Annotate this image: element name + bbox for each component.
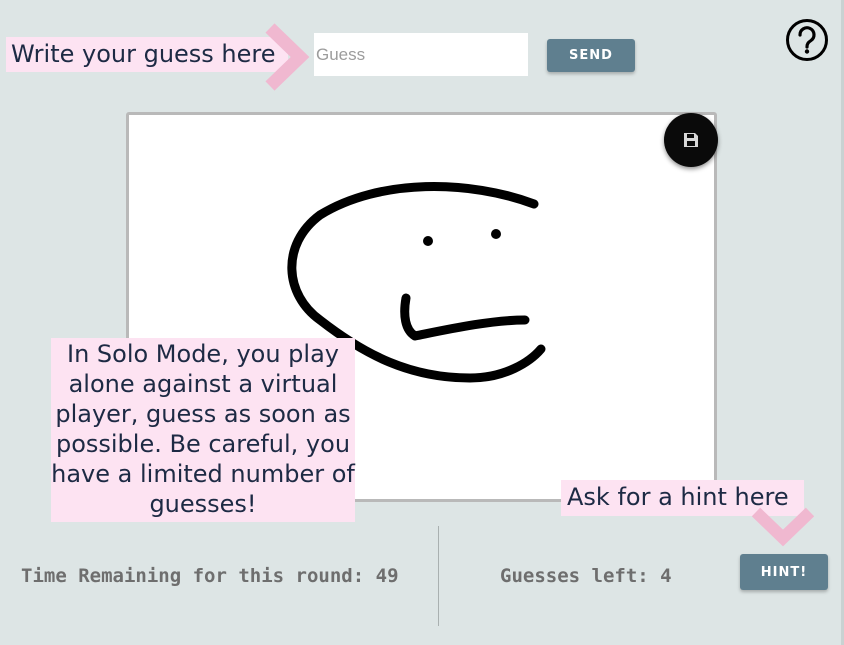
save-drawing-button[interactable]: [664, 113, 718, 167]
mouth-stroke: [400, 293, 530, 341]
floppy-disk-icon: [684, 133, 698, 147]
help-icon[interactable]: [785, 18, 829, 62]
hint-button[interactable]: HINT!: [740, 554, 828, 590]
guesses-left-label: Guesses left:: [500, 565, 649, 587]
guesses-left-value: 4: [660, 565, 672, 587]
send-button[interactable]: SEND: [547, 39, 635, 72]
guess-input[interactable]: [314, 33, 528, 76]
left-eye-dot: [423, 236, 433, 246]
time-remaining-value: 49: [375, 565, 399, 587]
guesses-left-status: Guesses left: 4: [500, 565, 672, 587]
right-eye-dot: [491, 229, 501, 239]
chevron-right-icon: [265, 23, 310, 91]
status-divider: [438, 526, 439, 626]
chevron-down-icon: [752, 507, 814, 547]
solo-mode-tooltip: In Solo Mode, you play alone against a v…: [51, 338, 355, 522]
guess-tooltip: Write your guess here: [6, 37, 288, 72]
time-remaining-label: Time Remaining for this round:: [21, 565, 365, 587]
time-remaining-status: Time Remaining for this round: 49: [21, 565, 399, 587]
